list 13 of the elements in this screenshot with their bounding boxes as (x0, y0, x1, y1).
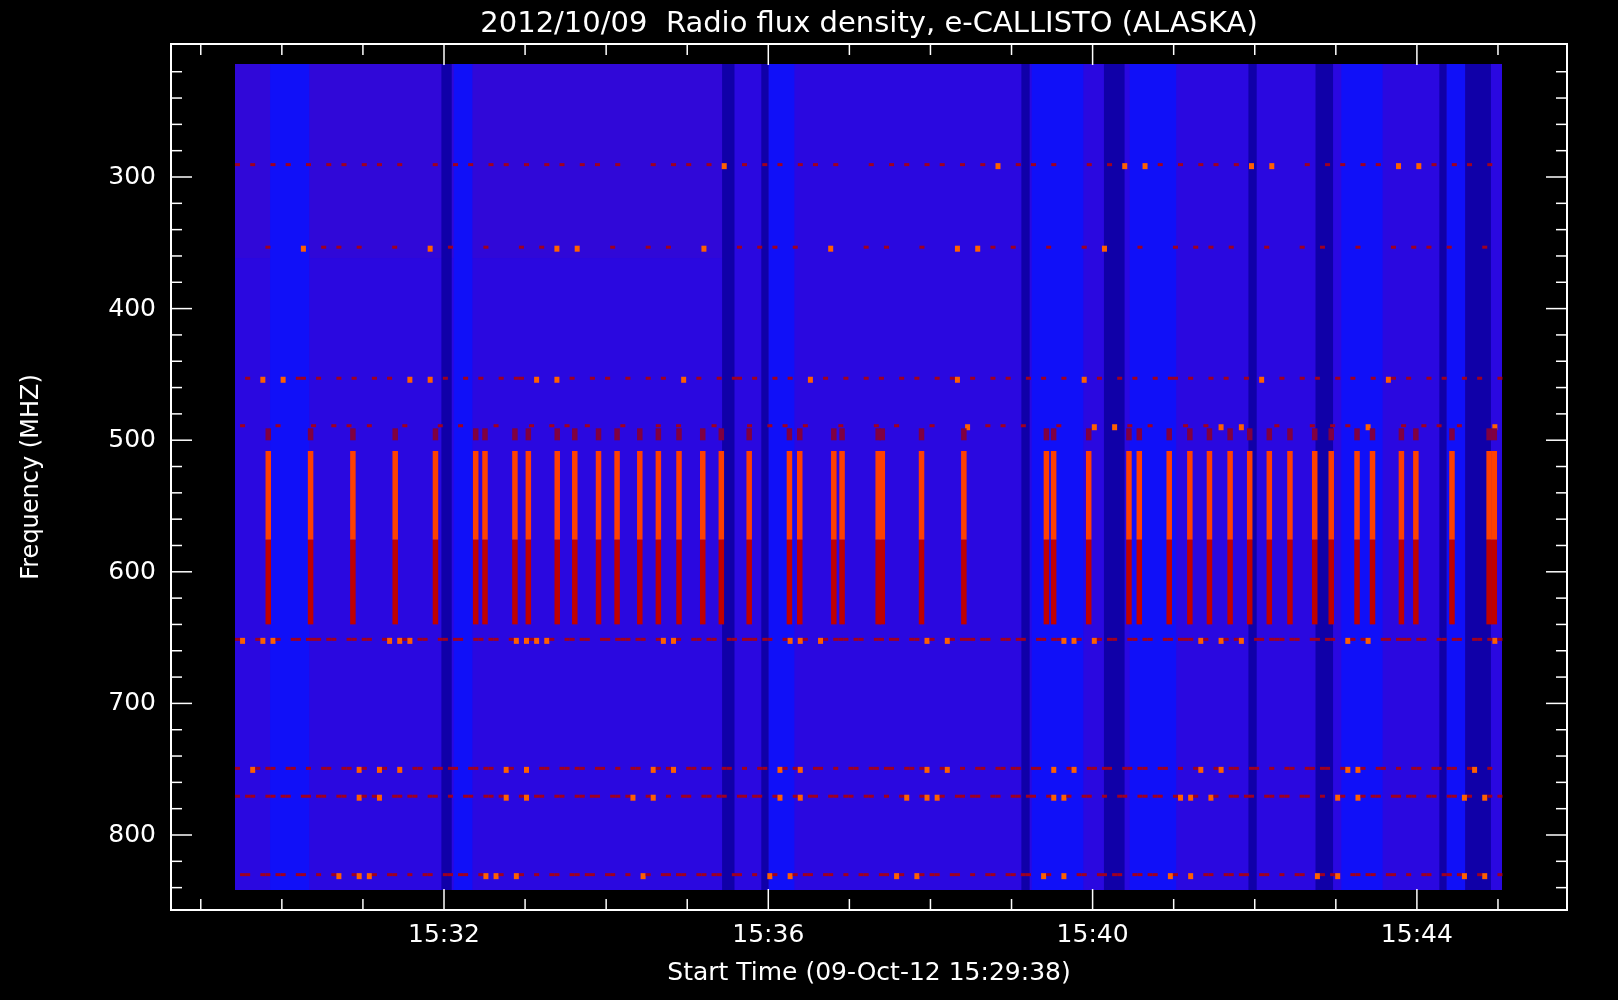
x-tick-label: 15:40 (1056, 919, 1129, 948)
y-tick-label: 500 (108, 423, 156, 453)
x-tick-label: 15:32 (408, 919, 480, 948)
y-tick-label: 400 (108, 292, 156, 322)
y-tick-label: 800 (108, 818, 156, 848)
y-tick-label: 300 (108, 160, 156, 190)
x-tick-label: 15:36 (732, 919, 805, 948)
chart-title: 2012/10/09 Radio flux density, e-CALLISTO (ALASKA) (480, 4, 1258, 39)
x-tick-label: 15:44 (1380, 919, 1453, 948)
x-axis-label: Start Time (09-Oct-12 15:29:38) (667, 957, 1071, 986)
y-tick-label: 700 (108, 686, 156, 716)
y-axis-label: Frequency (MHZ) (16, 374, 44, 580)
y-tick-label: 600 (108, 555, 156, 585)
